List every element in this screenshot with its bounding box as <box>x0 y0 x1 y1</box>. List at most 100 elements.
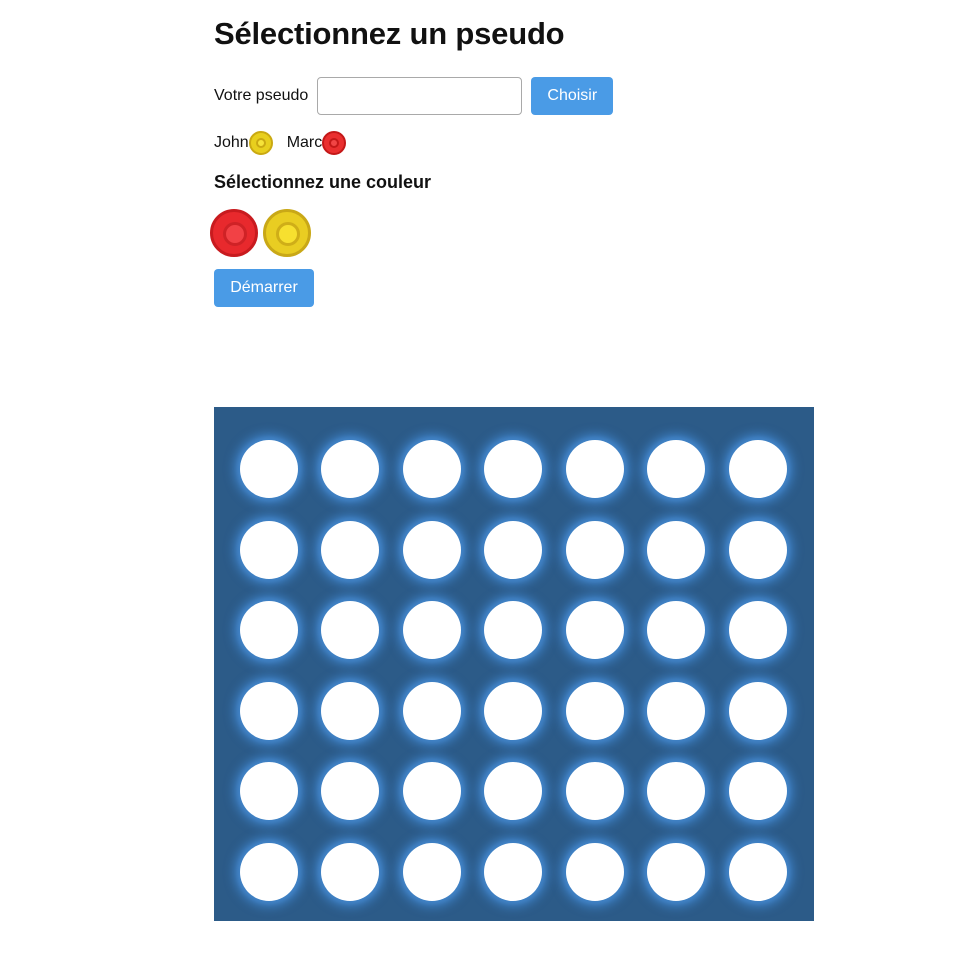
board-cell[interactable] <box>473 751 555 832</box>
board-cell[interactable] <box>717 510 799 591</box>
player-list: John Marc <box>214 131 360 155</box>
board-cell[interactable] <box>717 590 799 671</box>
board-cell[interactable] <box>391 671 473 752</box>
yellow-token-icon <box>248 131 273 155</box>
empty-slot <box>321 520 380 579</box>
empty-slot <box>239 520 298 579</box>
empty-slot <box>728 520 787 579</box>
board-cell[interactable] <box>228 832 310 913</box>
empty-slot <box>728 762 787 821</box>
red-token-icon <box>322 131 347 155</box>
empty-slot <box>647 681 706 740</box>
start-button[interactable]: Démarrer <box>214 269 314 307</box>
color-section-title: Sélectionnez une couleur <box>214 172 432 192</box>
empty-slot <box>321 842 380 901</box>
board-cell[interactable] <box>473 671 555 752</box>
empty-slot <box>647 601 706 660</box>
empty-slot <box>402 762 461 821</box>
board-cell[interactable] <box>310 751 392 832</box>
pseudo-label: Votre pseudo <box>214 87 309 104</box>
empty-slot <box>239 842 298 901</box>
board-cell[interactable] <box>228 429 310 510</box>
empty-slot <box>728 842 787 901</box>
board-cell[interactable] <box>636 429 718 510</box>
board-cell[interactable] <box>636 590 718 671</box>
empty-slot <box>402 681 461 740</box>
empty-slot <box>647 762 706 821</box>
board-cell[interactable] <box>554 429 636 510</box>
empty-slot <box>321 440 380 499</box>
empty-slot <box>484 520 543 579</box>
board-cell[interactable] <box>310 671 392 752</box>
board-cell[interactable] <box>391 429 473 510</box>
empty-slot <box>565 762 624 821</box>
pseudo-form: Votre pseudo Choisir <box>214 75 614 117</box>
empty-slot <box>565 440 624 499</box>
page-title: Sélectionnez un pseudo <box>214 16 565 51</box>
empty-slot <box>402 842 461 901</box>
empty-slot <box>321 762 380 821</box>
board-cell[interactable] <box>391 751 473 832</box>
red-color-option[interactable] <box>210 209 258 257</box>
board-cell[interactable] <box>554 671 636 752</box>
board-cell[interactable] <box>391 590 473 671</box>
player-item: John <box>214 131 273 155</box>
board-cell[interactable] <box>717 429 799 510</box>
empty-slot <box>321 681 380 740</box>
empty-slot <box>239 601 298 660</box>
empty-slot <box>484 440 543 499</box>
board-cell[interactable] <box>636 671 718 752</box>
empty-slot <box>239 681 298 740</box>
board-cell[interactable] <box>310 510 392 591</box>
board-cell[interactable] <box>717 671 799 752</box>
empty-slot <box>484 601 543 660</box>
board-cell[interactable] <box>636 510 718 591</box>
empty-slot <box>321 601 380 660</box>
board-cell[interactable] <box>228 751 310 832</box>
empty-slot <box>484 681 543 740</box>
empty-slot <box>647 520 706 579</box>
empty-slot <box>728 601 787 660</box>
board-cell[interactable] <box>391 832 473 913</box>
player-item: Marc <box>287 131 347 155</box>
board-cell[interactable] <box>554 510 636 591</box>
board-cell[interactable] <box>228 510 310 591</box>
board-cell[interactable] <box>717 832 799 913</box>
color-picker <box>210 209 316 257</box>
board-cell[interactable] <box>554 751 636 832</box>
board-cell[interactable] <box>228 671 310 752</box>
empty-slot <box>484 842 543 901</box>
empty-slot <box>647 440 706 499</box>
pseudo-input[interactable] <box>317 77 523 115</box>
empty-slot <box>484 762 543 821</box>
board-cell[interactable] <box>310 590 392 671</box>
board-cell[interactable] <box>473 510 555 591</box>
board-cell[interactable] <box>310 832 392 913</box>
board-cell[interactable] <box>473 832 555 913</box>
board-cell[interactable] <box>717 751 799 832</box>
game-board <box>214 407 814 921</box>
empty-slot <box>647 842 706 901</box>
board-cell[interactable] <box>391 510 473 591</box>
empty-slot <box>728 440 787 499</box>
empty-slot <box>565 601 624 660</box>
board-cell[interactable] <box>636 751 718 832</box>
empty-slot <box>565 681 624 740</box>
empty-slot <box>402 440 461 499</box>
board-cell[interactable] <box>228 590 310 671</box>
board-cell[interactable] <box>473 590 555 671</box>
empty-slot <box>728 681 787 740</box>
empty-slot <box>239 440 298 499</box>
empty-slot <box>239 762 298 821</box>
board-cell[interactable] <box>473 429 555 510</box>
board-cell[interactable] <box>636 832 718 913</box>
board-cell[interactable] <box>554 832 636 913</box>
player-name: Marc <box>286 134 323 151</box>
empty-slot <box>565 842 624 901</box>
empty-slot <box>565 520 624 579</box>
board-cell[interactable] <box>554 590 636 671</box>
empty-slot <box>402 601 461 660</box>
yellow-color-option[interactable] <box>263 209 311 257</box>
board-cell[interactable] <box>310 429 392 510</box>
choose-button[interactable]: Choisir <box>531 77 614 115</box>
